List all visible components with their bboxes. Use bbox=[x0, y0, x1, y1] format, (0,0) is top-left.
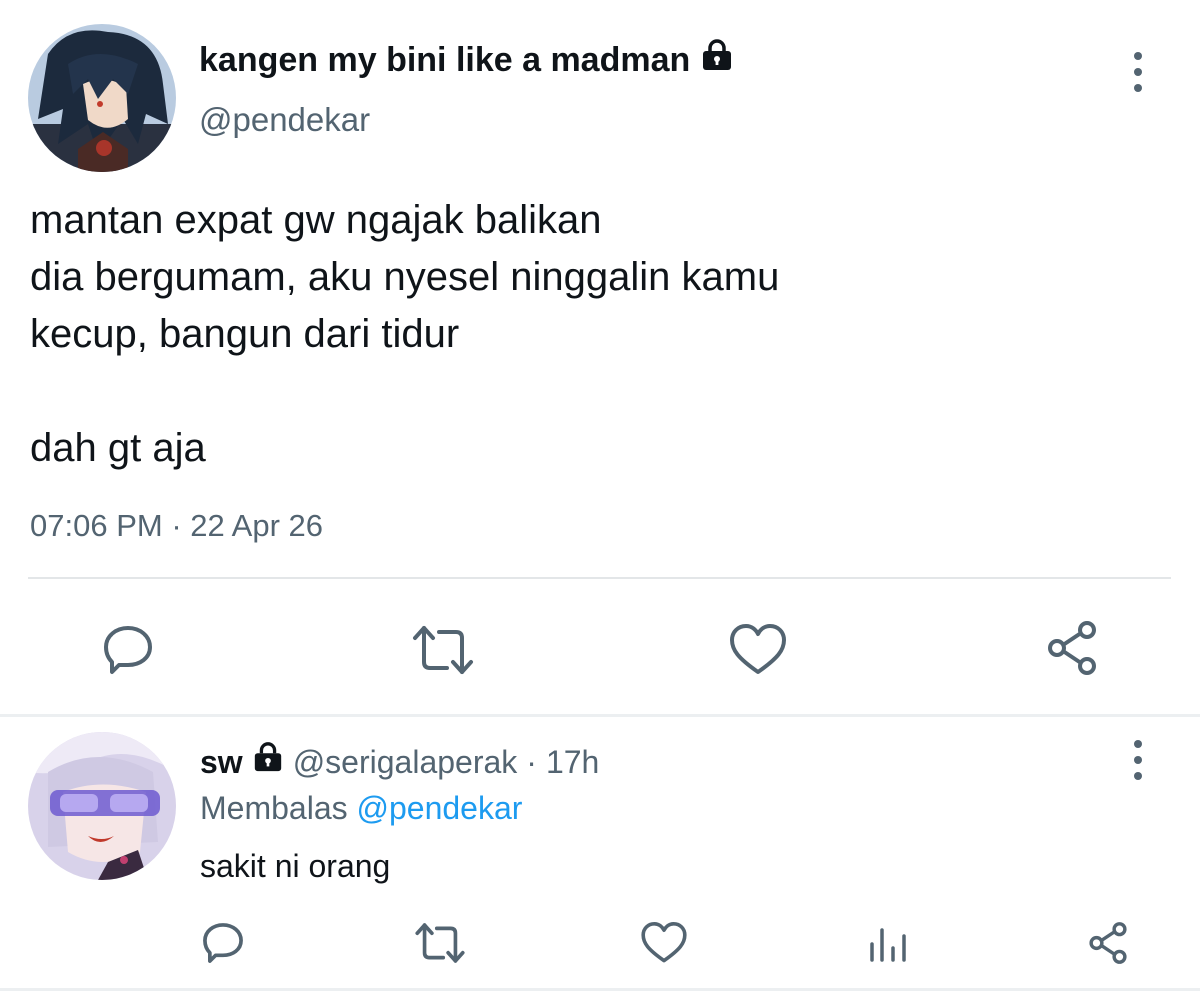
retweet-icon[interactable] bbox=[411, 622, 475, 678]
reply-age[interactable]: 17h bbox=[546, 740, 599, 784]
reply-author-avatar[interactable] bbox=[28, 732, 176, 880]
tweet-date: 22 Apr 26 bbox=[190, 508, 323, 543]
tweet-text-line: mantan expat gw ngajak balikan bbox=[30, 198, 602, 242]
reply-separator: · bbox=[526, 744, 537, 780]
tweet-time: 07:06 PM bbox=[30, 508, 163, 543]
more-options-icon[interactable] bbox=[1128, 52, 1148, 92]
author-name[interactable]: kangen my bini like a madman bbox=[199, 40, 690, 80]
tweet-timestamp[interactable]: 07:06 PM · 22 Apr 26 bbox=[30, 506, 323, 546]
reply-icon[interactable] bbox=[200, 920, 246, 966]
tweet-text-line bbox=[30, 363, 779, 420]
replying-to-mention[interactable]: @pendekar bbox=[357, 790, 523, 826]
like-icon[interactable] bbox=[640, 920, 688, 966]
lock-icon bbox=[700, 38, 734, 81]
analytics-icon[interactable] bbox=[866, 922, 910, 966]
author-name-row[interactable]: kangen my bini like a madman bbox=[199, 38, 734, 81]
reply-more-options-icon[interactable] bbox=[1128, 740, 1148, 780]
reply-text: sakit ni orang bbox=[200, 848, 391, 884]
tweet-text-line: dia bergumam, aku nyesel ninggalin kamu bbox=[30, 255, 780, 299]
replying-to-label: Membalas bbox=[200, 790, 348, 826]
author-handle[interactable]: @pendekar bbox=[199, 100, 370, 140]
tweet-text: mantan expat gw ngajak balikan dia bergu… bbox=[30, 192, 779, 477]
lock-icon bbox=[252, 740, 284, 784]
tweet-text-line: kecup, bangun dari tidur bbox=[30, 312, 460, 356]
reply-author-name[interactable]: sw bbox=[200, 740, 243, 784]
reply-header: sw @serigalaperak · 17h bbox=[200, 740, 599, 784]
like-icon[interactable] bbox=[728, 622, 788, 678]
reply-author-handle[interactable]: @serigalaperak bbox=[293, 740, 518, 784]
reply-icon[interactable] bbox=[100, 622, 156, 678]
divider bbox=[28, 577, 1171, 579]
timestamp-separator: · bbox=[171, 508, 182, 543]
retweet-icon[interactable] bbox=[414, 920, 466, 966]
share-icon[interactable] bbox=[1085, 920, 1131, 966]
section-separator bbox=[0, 714, 1200, 717]
share-icon[interactable] bbox=[1042, 618, 1102, 678]
replying-to: Membalas @pendekar bbox=[200, 786, 522, 830]
author-avatar[interactable] bbox=[28, 24, 176, 172]
tweet-text-line: dah gt aja bbox=[30, 426, 206, 470]
